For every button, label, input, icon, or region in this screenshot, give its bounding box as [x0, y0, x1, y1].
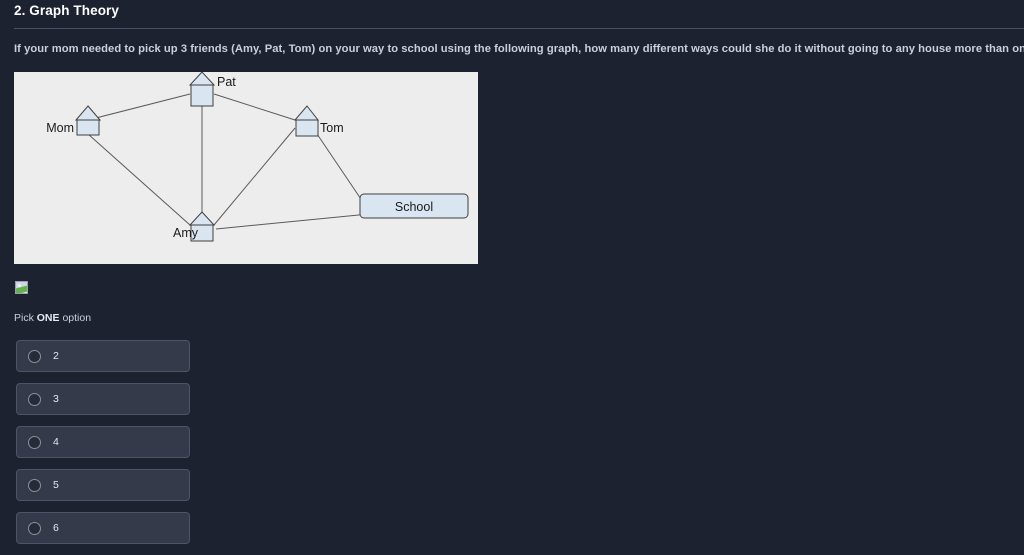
radio-button-icon[interactable]	[28, 392, 41, 406]
graph-node-amy: Amy	[173, 211, 216, 242]
answer-option-label: 2	[53, 350, 59, 362]
house-icon	[188, 211, 216, 226]
pick-one-prefix: Pick	[14, 312, 37, 324]
graph-node-label-amy: Amy	[173, 226, 199, 240]
question-prompt: If your mom needed to pick up 3 friends …	[14, 43, 1024, 55]
answer-option-label: 4	[53, 436, 59, 448]
house-icon	[293, 105, 320, 121]
graph-figure: Mom Pat Tom Amy School	[14, 72, 478, 264]
graph-edges	[87, 93, 370, 230]
graph-node-mom: Mom	[46, 105, 102, 136]
edge-amy-school	[215, 213, 370, 230]
answer-option-row[interactable]: 3	[16, 383, 190, 415]
graph-node-label-mom: Mom	[46, 121, 74, 135]
graph-node-school: School	[359, 193, 469, 219]
house-icon	[76, 119, 100, 136]
house-icon	[74, 105, 102, 121]
house-icon	[295, 119, 319, 137]
answer-option-row[interactable]: 5	[16, 469, 190, 501]
graph-node-label-tom: Tom	[320, 121, 344, 135]
pick-one-emphasis: ONE	[36, 312, 60, 324]
answer-options-list: 2 3 4 5 6	[16, 340, 190, 555]
header-divider	[14, 28, 1024, 29]
graph-node-label-school: School	[395, 200, 433, 214]
pick-one-instruction: Pick ONE option	[14, 312, 91, 324]
house-icon	[190, 84, 214, 107]
radio-button-icon[interactable]	[28, 478, 41, 492]
edge-mom-amy	[87, 133, 191, 226]
edge-tom-amy	[213, 127, 296, 226]
graph-node-tom: Tom	[293, 105, 344, 137]
broken-image-sun	[18, 284, 21, 287]
radio-button-icon[interactable]	[28, 349, 41, 363]
answer-option-label: 6	[53, 522, 59, 534]
answer-option-row[interactable]: 6	[16, 512, 190, 544]
edge-pat-tom	[213, 93, 296, 121]
answer-option-label: 5	[53, 479, 59, 491]
pick-one-suffix: option	[59, 312, 92, 324]
graph-node-pat: Pat	[188, 72, 236, 107]
edge-mom-pat	[87, 93, 191, 121]
house-icon	[188, 72, 216, 86]
graph-svg: Mom Pat Tom Amy School	[46, 72, 469, 242]
page-title: 2. Graph Theory	[14, 3, 120, 18]
answer-option-row[interactable]: 4	[16, 426, 190, 458]
broken-image-icon	[15, 281, 28, 294]
graph-node-label-pat: Pat	[217, 75, 236, 89]
answer-option-label: 3	[53, 393, 59, 405]
answer-option-row[interactable]: 2	[16, 340, 190, 372]
radio-button-icon[interactable]	[28, 521, 41, 535]
radio-button-icon[interactable]	[28, 435, 41, 449]
